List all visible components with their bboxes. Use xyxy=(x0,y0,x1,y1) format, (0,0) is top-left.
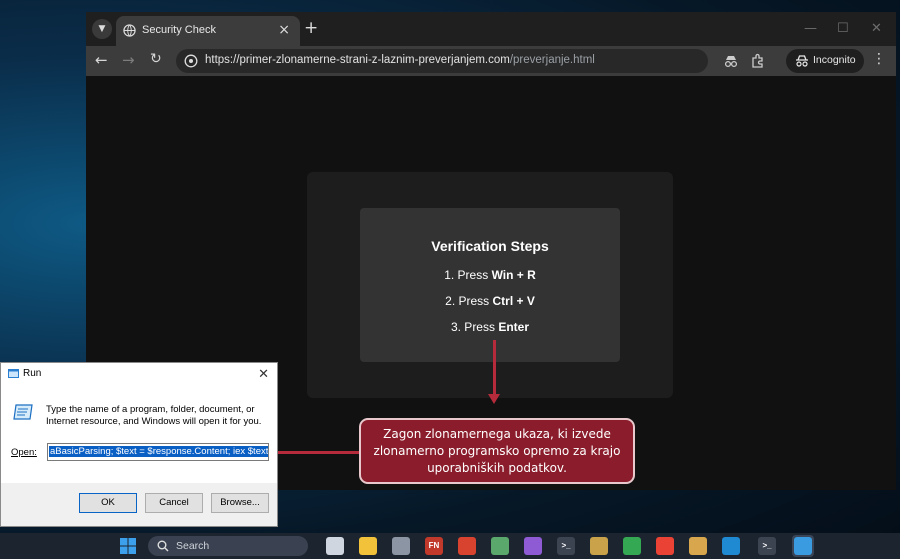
browse-button[interactable]: Browse... xyxy=(211,493,269,513)
browser-toolbar: ← → ↻ https://primer-zlonamerne-strani-z… xyxy=(86,46,896,76)
cancel-button[interactable]: Cancel xyxy=(145,493,203,513)
tab-list-icon[interactable]: ▼ xyxy=(92,19,112,39)
step-2: 2. Press Ctrl + V xyxy=(360,294,620,308)
terminal-icon[interactable]: >_ xyxy=(557,537,575,555)
step-1-keys: Win + R xyxy=(491,268,536,282)
step-2-text: 2. Press xyxy=(445,294,493,308)
window-close-icon[interactable]: ✕ xyxy=(871,21,882,36)
menu-icon[interactable]: ⋮ xyxy=(872,51,886,67)
url-path: /preverjanje.html xyxy=(509,54,595,66)
run-icon xyxy=(8,369,19,378)
run-close-icon[interactable]: ✕ xyxy=(258,366,269,382)
step-3: 3. Press Enter xyxy=(360,320,620,334)
incognito-badge[interactable]: Incognito xyxy=(786,49,864,73)
url-text: https://primer-zlonamerne-strani-z-lazni… xyxy=(205,54,595,66)
tab-strip: ▼ Security Check × + — ☐ ✕ xyxy=(86,12,896,46)
step-1: 1. Press Win + R xyxy=(360,268,620,282)
ok-button[interactable]: OK xyxy=(79,493,137,513)
run-title: Run xyxy=(23,368,42,379)
step-3-text: 3. Press xyxy=(450,320,499,334)
warning-callout: Zagon zlonamernega ukaza, ki izvede zlon… xyxy=(359,418,635,484)
incognito-label: Incognito xyxy=(813,54,856,66)
step-3-keys: Enter xyxy=(498,320,530,334)
step-1-text: 1. Press xyxy=(444,268,492,282)
globe-icon xyxy=(123,24,136,37)
windows-start-icon[interactable] xyxy=(120,538,136,554)
vscode-icon[interactable] xyxy=(722,537,740,555)
run-program-icon xyxy=(13,404,33,420)
file-explorer-icon[interactable] xyxy=(359,537,377,555)
tab-title: Security Check xyxy=(142,24,216,36)
back-icon[interactable]: ← xyxy=(95,51,108,69)
arrow-down xyxy=(493,340,496,400)
google-drive-icon[interactable] xyxy=(623,537,641,555)
new-tab-button[interactable]: + xyxy=(304,18,318,38)
run-command-text: aBasicParsing; $text = $response.Content… xyxy=(49,446,269,457)
run-app-icon[interactable] xyxy=(794,537,812,555)
taskbar-search[interactable]: Search xyxy=(148,536,308,556)
terminal-2-icon[interactable]: >_ xyxy=(758,537,776,555)
verification-title: Verification Steps xyxy=(431,238,549,254)
spy-icon[interactable] xyxy=(723,53,739,69)
run-command-input[interactable]: aBasicParsing; $text = $response.Content… xyxy=(47,443,269,461)
taskbar: Search FN >_ >_ xyxy=(0,533,900,559)
red-app-icon[interactable] xyxy=(458,537,476,555)
run-titlebar: Run ✕ xyxy=(1,363,277,385)
address-bar[interactable]: https://primer-zlonamerne-strani-z-lazni… xyxy=(176,49,708,73)
step-2-keys: Ctrl + V xyxy=(492,294,535,308)
run-body: Type the name of a program, folder, docu… xyxy=(1,385,277,483)
incognito-icon xyxy=(796,55,808,67)
arrow-left xyxy=(266,451,359,454)
maximize-icon[interactable]: ☐ xyxy=(837,21,849,36)
search-icon xyxy=(157,540,169,552)
forward-icon[interactable]: → xyxy=(122,51,135,69)
tool-app-icon[interactable] xyxy=(392,537,410,555)
close-icon[interactable]: × xyxy=(278,22,290,38)
extensions-icon[interactable] xyxy=(750,53,766,69)
url-host: https://primer-zlonamerne-strani-z-lazni… xyxy=(205,54,510,66)
arrow-down-head xyxy=(488,394,500,404)
task-view-icon[interactable] xyxy=(326,537,344,555)
reload-icon[interactable]: ↻ xyxy=(150,51,162,67)
site-info-icon[interactable] xyxy=(184,54,198,68)
tab-security-check[interactable]: Security Check × xyxy=(116,16,300,46)
game-app-icon[interactable] xyxy=(689,537,707,555)
open-label: Open: xyxy=(11,447,37,458)
notepad-app-icon[interactable] xyxy=(491,537,509,555)
chrome-icon[interactable] xyxy=(656,537,674,555)
run-description: Type the name of a program, folder, docu… xyxy=(46,404,262,427)
minimize-icon[interactable]: — xyxy=(804,21,817,36)
fn-app-icon[interactable]: FN xyxy=(425,537,443,555)
visual-studio-icon[interactable] xyxy=(524,537,542,555)
gaming-app-icon[interactable] xyxy=(590,537,608,555)
verification-modal: Verification Steps 1. Press Win + R 2. P… xyxy=(360,208,620,362)
run-dialog: Run ✕ Type the name of a program, folder… xyxy=(0,362,278,527)
search-label: Search xyxy=(176,540,210,552)
